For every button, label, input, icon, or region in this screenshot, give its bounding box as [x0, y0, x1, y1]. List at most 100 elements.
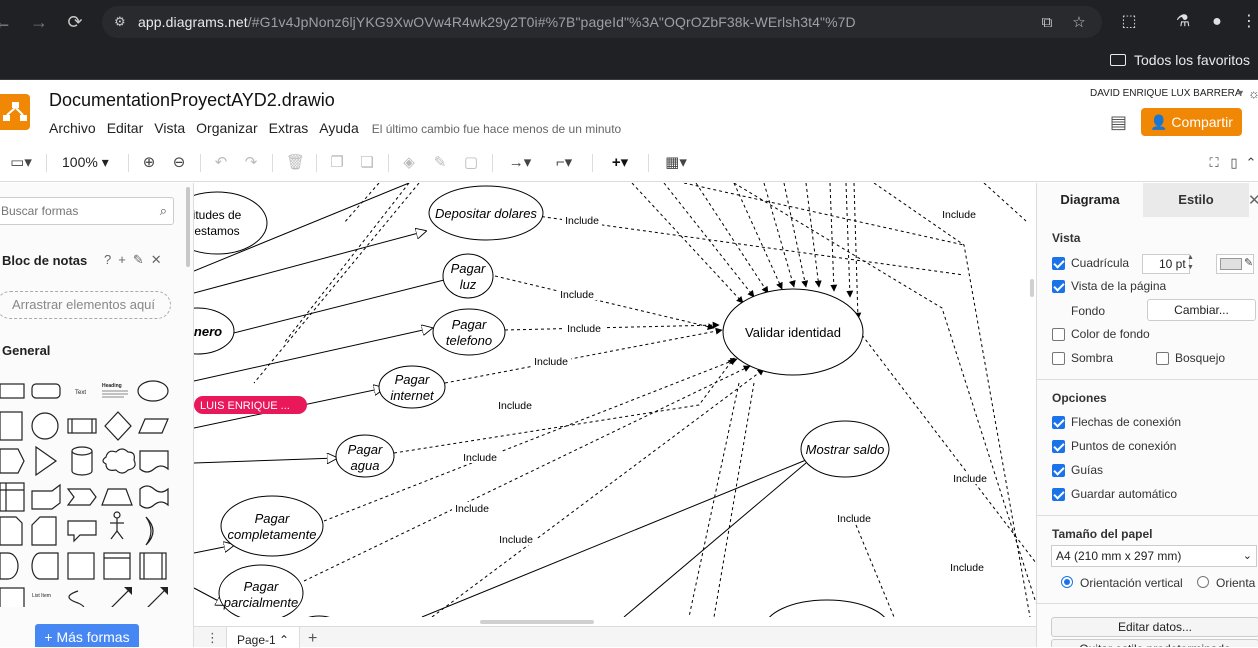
reload-icon[interactable]: ⟳ — [64, 11, 86, 33]
collapse-chevron-icon[interactable]: ⌃ — [1244, 153, 1258, 173]
theme-sun-icon[interactable]: ☼ — [1248, 86, 1258, 101]
menu-archivo[interactable]: Archivo — [49, 120, 96, 136]
shape-delay[interactable] — [0, 552, 19, 580]
document-title[interactable]: DocumentationProyectAYD2.drawio — [49, 90, 335, 111]
shape-note[interactable] — [0, 516, 23, 546]
line-color-icon[interactable]: ✎ — [430, 153, 450, 173]
grid-color-picker[interactable]: ✎ — [1216, 254, 1254, 274]
help-icon[interactable]: ? — [104, 252, 118, 267]
address-bar[interactable]: ⚙ app.diagrams.net/#G1v4JpNonz6ljYKG9XwO… — [102, 6, 1102, 38]
search-icon[interactable]: ⌕ — [160, 203, 167, 219]
sketch-checkbox[interactable] — [1156, 352, 1169, 365]
all-bookmarks-folder[interactable]: Todos los favoritos — [1110, 52, 1250, 68]
include-label[interactable]: Include — [565, 215, 599, 227]
shape-diamond[interactable] — [104, 411, 132, 441]
connection-icon[interactable]: →▾ — [502, 153, 538, 173]
include-label[interactable]: Include — [455, 503, 489, 515]
scratchpad-title[interactable]: Bloc de notas — [2, 253, 87, 268]
pages-menu-icon[interactable]: ⋮ — [206, 631, 219, 644]
diagram-canvas[interactable]: Include Include Include Include Include … — [194, 183, 1036, 617]
include-label[interactable]: Include — [953, 473, 987, 485]
format-panel-icon[interactable]: ▯ — [1226, 153, 1242, 173]
menu-editar[interactable]: Editar — [107, 120, 144, 136]
shape-tape[interactable] — [139, 485, 169, 509]
scratchpad-drop-zone[interactable]: Arrastrar elementos aquí — [0, 291, 171, 319]
profile-icon[interactable]: ● — [1206, 11, 1228, 33]
shape-square-2[interactable] — [67, 552, 95, 580]
table-icon[interactable]: ▦▾ — [658, 153, 694, 173]
page-caret-icon[interactable]: ⌃ — [279, 633, 289, 647]
shape-rounded-rectangle[interactable] — [31, 383, 61, 399]
shape-ellipse[interactable] — [137, 380, 169, 402]
shape-trapezoid[interactable] — [101, 488, 133, 506]
shape-or[interactable] — [145, 516, 154, 546]
shape-cube[interactable] — [31, 483, 61, 510]
forward-arrow-icon[interactable]: → — [28, 11, 50, 33]
shape-hexagon[interactable] — [0, 448, 25, 474]
paper-size-select[interactable]: A4 (210 mm x 297 mm) ⌄ — [1051, 545, 1257, 567]
canvas-horizontal-scrollbar[interactable] — [480, 620, 594, 624]
shadow-checkbox[interactable] — [1052, 352, 1065, 365]
include-label[interactable]: Include — [560, 289, 594, 301]
zoom-out-icon[interactable]: ⊖ — [170, 153, 188, 173]
menu-kebab-icon[interactable]: ⋮ — [1238, 11, 1258, 33]
general-section-title[interactable]: General — [2, 343, 50, 358]
connection-points-checkbox[interactable] — [1052, 440, 1065, 453]
shapes-scrollbar[interactable] — [186, 187, 190, 267]
fullscreen-icon[interactable]: ⛶ — [1206, 153, 1222, 173]
share-button[interactable]: 👤 Compartir — [1141, 108, 1242, 136]
edit-data-button[interactable]: Editar datos... — [1051, 617, 1258, 637]
usecase-bottom-left-partial[interactable] — [297, 615, 341, 617]
shape-card[interactable] — [31, 516, 57, 546]
tab-page-1[interactable]: Page-1 ⌃ — [226, 627, 300, 648]
labs-flask-icon[interactable]: ⚗ — [1172, 11, 1194, 33]
shape-search-input[interactable] — [0, 198, 145, 224]
shadow-icon[interactable]: ▢ — [462, 153, 480, 173]
insert-plus-icon[interactable]: +▾ — [602, 153, 638, 173]
include-label[interactable]: Include — [950, 562, 984, 574]
include-label[interactable]: Include — [498, 400, 532, 412]
panels-toggle-icon[interactable]: ▭▾ — [4, 153, 38, 173]
shape-list-item[interactable]: List Item — [32, 593, 51, 599]
delete-icon[interactable]: 🗑 — [286, 153, 305, 173]
add-page-icon[interactable]: + — [308, 630, 317, 648]
shape-step[interactable] — [66, 488, 97, 506]
close-panel-icon[interactable]: ✕ — [1248, 191, 1258, 209]
grid-checkbox[interactable] — [1052, 257, 1065, 270]
more-shapes-button[interactable]: + Más formas — [35, 624, 139, 647]
tab-diagrama[interactable]: Diagrama — [1037, 183, 1143, 217]
shape-rectangle[interactable] — [0, 383, 25, 399]
shape-document[interactable] — [139, 450, 169, 473]
menu-extras[interactable]: Extras — [269, 120, 309, 136]
portrait-radio[interactable] — [1061, 576, 1073, 588]
autosave-checkbox[interactable] — [1052, 488, 1065, 501]
zoom-in-icon[interactable]: ⊕ — [140, 153, 158, 173]
menu-ayuda[interactable]: Ayuda — [319, 120, 358, 136]
add-icon[interactable]: + — [118, 252, 133, 267]
shape-container[interactable] — [0, 482, 25, 512]
shape-actor[interactable] — [113, 511, 121, 519]
site-settings-icon[interactable]: ⚙ — [114, 14, 130, 30]
waypoints-icon[interactable]: ⌐▾ — [546, 153, 582, 173]
usecase-pagar-completamente[interactable] — [220, 495, 324, 557]
back-arrow-icon[interactable]: ← — [0, 11, 14, 33]
shape-frame[interactable] — [103, 552, 131, 580]
redo-icon[interactable]: ↷ — [242, 153, 260, 173]
zoom-level[interactable]: 100% ▾ — [62, 154, 109, 171]
extensions-icon[interactable]: ⬚ — [1118, 11, 1140, 33]
canvas-vertical-scrollbar[interactable] — [1030, 279, 1034, 297]
guides-checkbox[interactable] — [1052, 464, 1065, 477]
edit-pencil-icon[interactable]: ✎ — [133, 252, 151, 267]
last-change-status[interactable]: El último cambio fue hace menos de un mi… — [372, 122, 621, 136]
use-case-diagram[interactable]: Include Include Include Include Include … — [194, 183, 1036, 617]
include-label[interactable]: Include — [837, 513, 871, 525]
shape-triangle[interactable] — [35, 445, 58, 477]
menu-vista[interactable]: Vista — [154, 120, 185, 136]
shape-callout[interactable] — [67, 520, 97, 543]
menu-organizar[interactable]: Organizar — [196, 120, 257, 136]
usecase-solicitudes-prestamos[interactable] — [194, 191, 268, 255]
shape-cylinder[interactable] — [71, 446, 93, 476]
shape-square[interactable] — [0, 411, 23, 441]
include-label[interactable]: Include — [942, 209, 976, 221]
include-label[interactable]: Include — [499, 534, 533, 546]
